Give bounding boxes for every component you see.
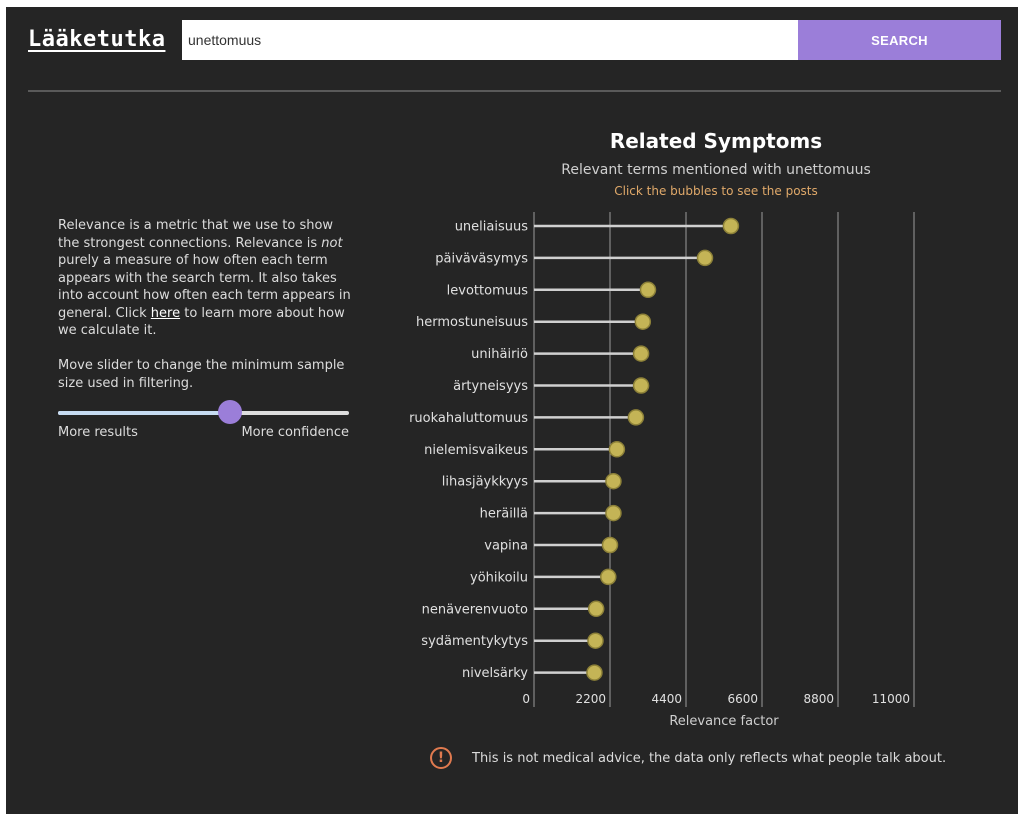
category-label: lihasjäykkyys	[442, 475, 528, 490]
lollipop-bubble[interactable]	[634, 313, 652, 330]
category-label: hermostuneisuus	[416, 315, 528, 330]
x-tick-label: 11000	[872, 692, 910, 706]
x-tick-label: 6600	[727, 692, 758, 706]
category-label: vapina	[484, 539, 528, 554]
lollipop-bubble[interactable]	[632, 377, 650, 394]
x-tick-label: 2200	[575, 692, 606, 706]
category-label: päiväväsymys	[435, 251, 528, 266]
x-tick-label: 8800	[803, 692, 834, 706]
disclaimer-text: This is not medical advice, the data onl…	[472, 751, 947, 766]
x-tick-label: 0	[522, 692, 530, 706]
lollipop-bubble[interactable]	[600, 568, 617, 586]
category-label: yöhikoilu	[470, 570, 528, 585]
lollipop-bubble[interactable]	[605, 472, 622, 490]
category-label: nivelsärky	[462, 666, 528, 681]
x-tick-label: 4400	[651, 692, 682, 706]
category-label: sydämentykytys	[421, 634, 528, 649]
lollipop-bubble[interactable]	[586, 664, 603, 681]
lollipop-bubble[interactable]	[601, 536, 619, 554]
lollipop-bubble[interactable]	[608, 441, 626, 458]
category-label: ruokahaluttomuus	[409, 411, 528, 426]
lollipop-bubble[interactable]	[627, 409, 645, 426]
lollipop-bubble[interactable]	[587, 600, 605, 618]
category-label: levottomuus	[447, 283, 529, 298]
x-axis-label: Relevance factor	[669, 714, 779, 729]
lollipop-bubble[interactable]	[722, 217, 740, 235]
lollipop-bubble[interactable]	[696, 249, 714, 267]
category-label: heräillä	[480, 507, 528, 522]
category-label: unihäiriö	[471, 347, 528, 362]
category-label: uneliaisuus	[455, 220, 529, 235]
relevance-chart: 0 2200 4400 6600 8800 11000 Relevance factor un…	[409, 212, 915, 729]
app-window: Lääketutka SEARCH Relevance is a metric …	[6, 7, 1018, 814]
lollipop-bubble[interactable]	[632, 345, 650, 362]
warning-icon: !	[430, 747, 452, 769]
lollipop-bubble[interactable]	[587, 632, 604, 649]
lollipop-bubble[interactable]	[605, 504, 622, 522]
category-label: ärtyneisyys	[453, 379, 528, 394]
category-label: nenäverenvuoto	[422, 602, 528, 617]
lollipop-bubble[interactable]	[639, 281, 657, 299]
category-label: nielemisvaikeus	[424, 443, 528, 458]
